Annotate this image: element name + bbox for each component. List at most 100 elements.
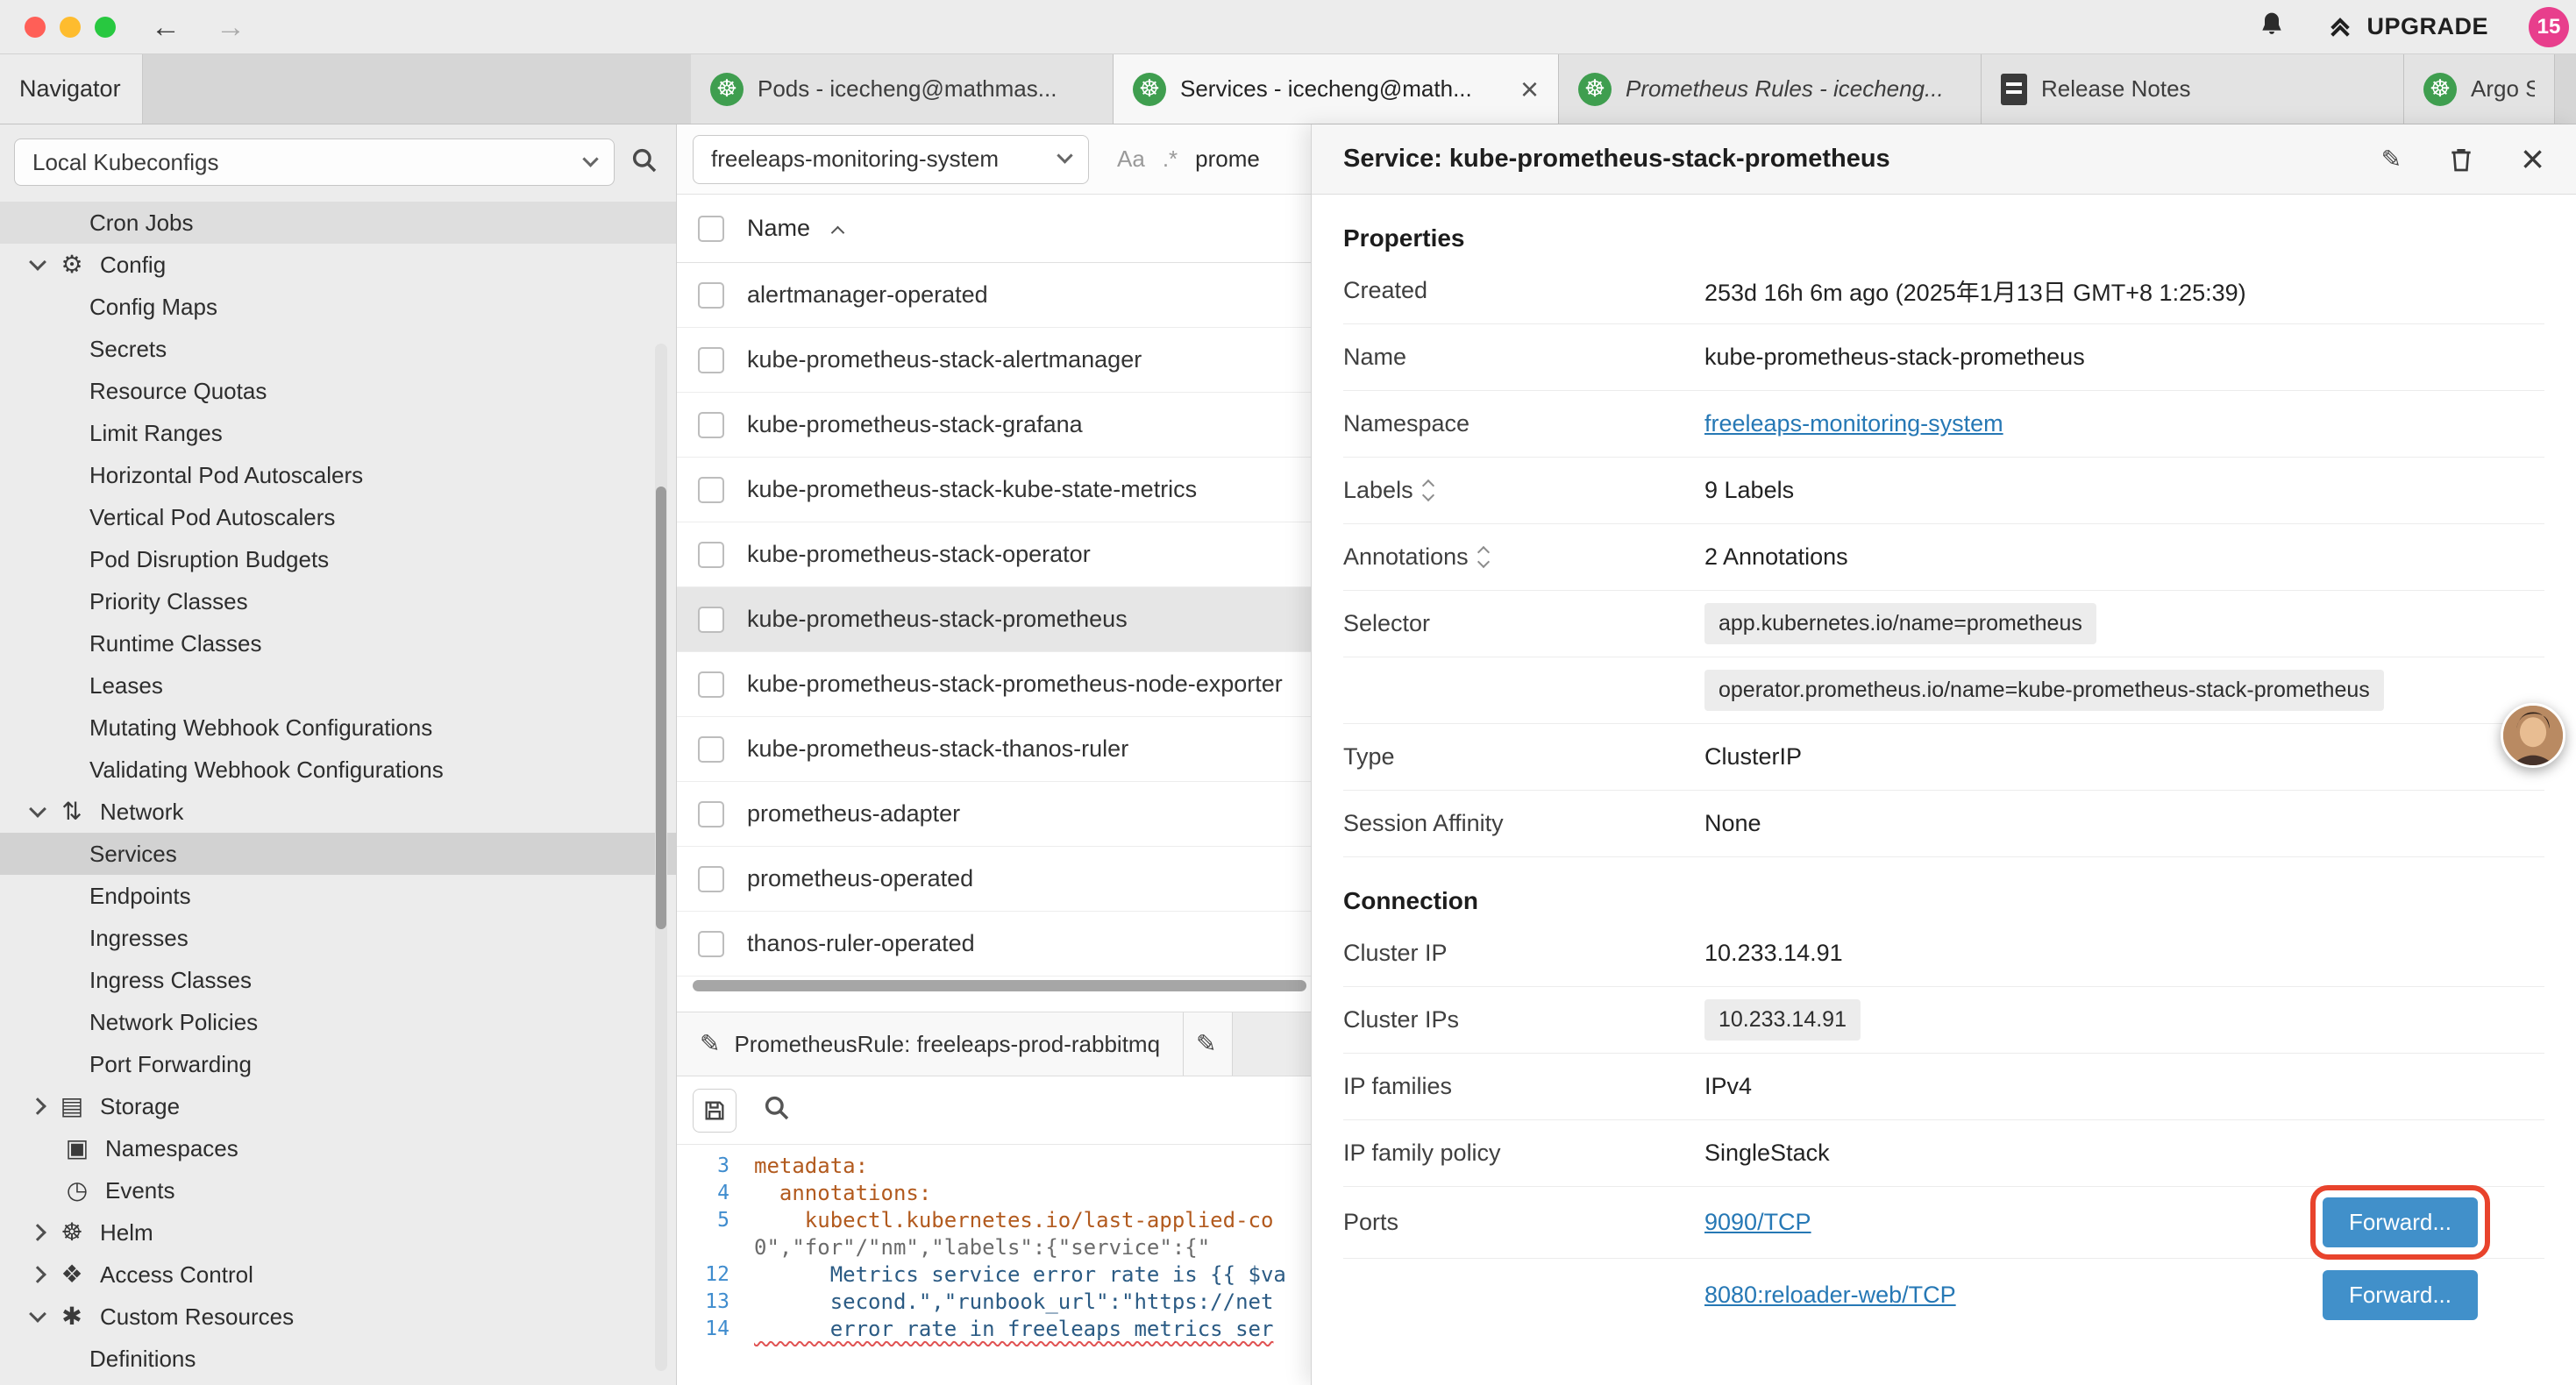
window-zoom-button[interactable] — [95, 17, 116, 38]
namespace-link[interactable]: freeleaps-monitoring-system — [1704, 410, 2003, 437]
sidebar-item[interactable]: Network — [0, 791, 676, 833]
port-link[interactable]: 8080:reloader-web/TCP — [1704, 1282, 1956, 1309]
table-search-input[interactable]: Aa .* prome — [1108, 135, 1269, 184]
sidebar-item[interactable]: Horizontal Pod Autoscalers — [0, 454, 676, 496]
detail-row-annotations: Annotations 2 Annotations — [1343, 524, 2544, 591]
sidebar-item[interactable]: Storage — [0, 1085, 676, 1127]
sidebar-item[interactable]: Definitions — [0, 1338, 676, 1380]
cluster-tab[interactable]: Argo S — [2404, 54, 2555, 124]
back-button[interactable]: ← — [151, 12, 181, 42]
navigator-sidebar: Local Kubeconfigs Cron Jobs Config — [0, 124, 677, 1385]
kubeconfig-selector[interactable]: Local Kubeconfigs — [14, 138, 615, 186]
namespace-filter-select[interactable]: freeleaps-monitoring-system — [693, 135, 1089, 184]
row-checkbox[interactable] — [698, 866, 724, 892]
line-number: 5 — [677, 1209, 754, 1232]
code-text: metadata: — [754, 1154, 868, 1178]
name-column-header[interactable]: Name — [747, 215, 810, 242]
save-button[interactable] — [693, 1089, 737, 1133]
delete-service-icon[interactable] — [2447, 146, 2475, 174]
chevron-down-icon — [29, 800, 46, 818]
editor-search-icon[interactable] — [763, 1094, 791, 1126]
custom-resources-icon — [56, 1304, 88, 1329]
sidebar-item[interactable]: Network Policies — [0, 1001, 676, 1043]
row-checkbox[interactable] — [698, 607, 724, 633]
sidebar-scrollbar-thumb[interactable] — [656, 487, 666, 929]
expand-toggle-icon[interactable] — [1424, 481, 1433, 500]
window-titlebar: ← → UPGRADE 15 — [0, 0, 2576, 54]
notifications-bell-icon[interactable] — [2258, 11, 2286, 43]
sidebar-item[interactable]: Config Maps — [0, 286, 676, 328]
cluster-tab[interactable]: Release Notes — [1982, 54, 2404, 124]
row-checkbox[interactable] — [698, 801, 724, 827]
sidebar-item[interactable]: Services — [0, 833, 676, 875]
close-drawer-icon[interactable] — [2521, 143, 2544, 175]
detail-row-cluster-ips: Cluster IPs 10.233.14.91 — [1343, 987, 2544, 1054]
sidebar-scrollbar[interactable] — [655, 344, 667, 1371]
port-link[interactable]: 9090/TCP — [1704, 1209, 1811, 1236]
editor-tab-title: PrometheusRule: freeleaps-prod-rabbitmq — [734, 1031, 1160, 1058]
upgrade-icon — [2326, 13, 2354, 41]
select-all-checkbox[interactable] — [698, 216, 724, 242]
sidebar-item[interactable]: Endpoints — [0, 875, 676, 917]
kubernetes-icon — [1578, 73, 1612, 106]
row-checkbox[interactable] — [698, 412, 724, 438]
sidebar-item[interactable]: Leases — [0, 664, 676, 707]
search-query-text: prome — [1195, 146, 1260, 173]
row-checkbox[interactable] — [698, 477, 724, 503]
window-minimize-button[interactable] — [60, 17, 81, 38]
row-checkbox[interactable] — [698, 282, 724, 309]
notification-count-badge[interactable]: 15 — [2529, 7, 2569, 47]
port-row: Ports 9090/TCP Forward... — [1343, 1187, 2544, 1259]
sidebar-item[interactable]: Secrets — [0, 328, 676, 370]
expand-toggle-icon[interactable] — [1479, 548, 1488, 566]
sidebar-item[interactable]: Vertical Pod Autoscalers — [0, 496, 676, 538]
search-icon[interactable] — [630, 146, 658, 179]
sidebar-item[interactable]: Ingresses — [0, 917, 676, 959]
port-forward-button[interactable]: Forward... — [2323, 1270, 2478, 1320]
row-checkbox[interactable] — [698, 736, 724, 763]
sidebar-item[interactable]: Custom Resources — [0, 1296, 676, 1338]
port-forward-button[interactable]: Forward... — [2323, 1197, 2478, 1247]
row-checkbox[interactable] — [698, 542, 724, 568]
editor-tab[interactable]: PrometheusRule: freeleaps-prod-rabbitmq — [677, 1012, 1184, 1076]
row-checkbox[interactable] — [698, 347, 724, 373]
chevron-down-icon — [1057, 147, 1072, 163]
sidebar-item[interactable]: Mutating Webhook Configurations — [0, 707, 676, 749]
sidebar-item[interactable]: Config — [0, 244, 676, 286]
edit-service-icon[interactable] — [2381, 147, 2402, 172]
forward-button[interactable]: → — [216, 12, 246, 42]
sidebar-item[interactable]: Priority Classes — [0, 580, 676, 622]
network-icon — [56, 799, 88, 824]
cluster-tab[interactable]: Prometheus Rules - icecheng... — [1559, 54, 1982, 124]
code-text: error rate in freeleaps metrics ser — [754, 1317, 1273, 1341]
sidebar-item[interactable]: Validating Webhook Configurations — [0, 749, 676, 791]
selector-badge: app.kubernetes.io/name=prometheus — [1704, 603, 2096, 644]
cluster-ip-badge: 10.233.14.91 — [1704, 999, 1861, 1041]
match-case-toggle[interactable]: Aa — [1117, 146, 1145, 173]
sidebar-item[interactable]: Resource Quotas — [0, 370, 676, 412]
row-checkbox[interactable] — [698, 931, 724, 957]
cluster-tab[interactable]: Pods - icecheng@mathmas... — [691, 54, 1114, 124]
upgrade-button[interactable]: UPGRADE — [2326, 13, 2488, 41]
detail-row-type: Type ClusterIP — [1343, 724, 2544, 791]
regex-toggle[interactable]: .* — [1163, 146, 1178, 173]
user-avatar[interactable] — [2501, 703, 2565, 768]
sidebar-item[interactable]: Ingress Classes — [0, 959, 676, 1001]
sidebar-item[interactable]: Helm — [0, 1211, 676, 1254]
sidebar-item[interactable]: Port Forwarding — [0, 1043, 676, 1085]
horizontal-scrollbar-thumb[interactable] — [693, 980, 1306, 991]
sidebar-item[interactable]: Access Control — [0, 1254, 676, 1296]
sidebar-item[interactable]: Events — [0, 1169, 676, 1211]
sidebar-item[interactable]: Cron Jobs — [0, 202, 676, 244]
selector-badge: operator.prometheus.io/name=kube-prometh… — [1704, 670, 2384, 711]
sidebar-item[interactable]: Namespaces — [0, 1127, 676, 1169]
sidebar-item[interactable]: Runtime Classes — [0, 622, 676, 664]
cluster-tab[interactable]: Services - icecheng@math... — [1114, 54, 1559, 124]
sidebar-item[interactable]: Pod Disruption Budgets — [0, 538, 676, 580]
close-tab-icon[interactable] — [1520, 74, 1539, 105]
editor-tab-partial[interactable] — [1184, 1012, 1233, 1076]
sidebar-item[interactable]: Limit Ranges — [0, 412, 676, 454]
row-checkbox[interactable] — [698, 671, 724, 698]
window-close-button[interactable] — [25, 17, 46, 38]
chevron-down-icon — [582, 151, 598, 167]
